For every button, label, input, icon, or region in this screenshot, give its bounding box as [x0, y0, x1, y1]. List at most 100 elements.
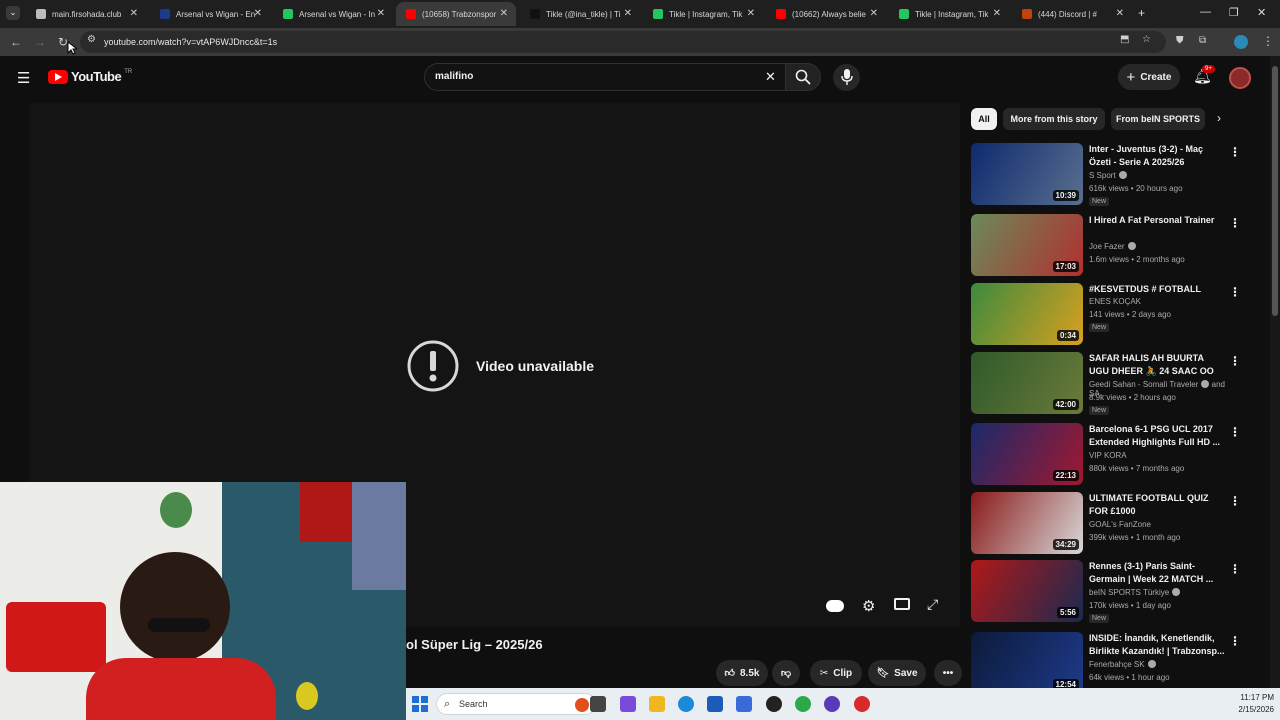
install-app-icon[interactable]: ⬒	[1120, 34, 1129, 45]
video-title[interactable]: Barcelona 6-1 PSG UCL 2017 Extended High…	[1089, 423, 1225, 449]
video-thumbnail[interactable]: 12:54	[971, 632, 1083, 694]
browser-tab[interactable]: Tikle | Instagram, Tik ✕	[889, 2, 1009, 26]
task-view-icon[interactable]	[590, 696, 606, 712]
more-vertical-icon[interactable]: ⋮	[1229, 285, 1241, 299]
recommendation-item[interactable]: 10:39 Inter - Juventus (3-2) - Maç Özeti …	[971, 143, 1241, 207]
windows-start-icon[interactable]	[412, 696, 428, 712]
profile-avatar[interactable]	[1234, 35, 1248, 49]
taskbar-date[interactable]: 2/15/2026	[1226, 705, 1274, 714]
taskbar-search[interactable]: ⌕ Search	[436, 693, 596, 715]
channel-name[interactable]: S Sport	[1089, 171, 1127, 180]
recommendation-item[interactable]: 17:03 I Hired A Fat Personal Trainer Joe F…	[971, 214, 1241, 278]
tab-close-icon[interactable]: ✕	[500, 8, 508, 19]
chip-from-bein[interactable]: From beIN SPORTS	[1111, 108, 1205, 130]
tab-close-icon[interactable]: ✕	[624, 8, 632, 19]
channel-name[interactable]: Fenerbahçe SK	[1089, 660, 1156, 669]
youtube-logo[interactable]: YouTube TR	[48, 69, 132, 84]
video-thumbnail[interactable]: 22:13	[971, 423, 1083, 485]
copilot-icon[interactable]	[620, 696, 636, 712]
more-vertical-icon[interactable]: ⋮	[1229, 494, 1241, 508]
clear-search-icon[interactable]: ✕	[765, 69, 776, 85]
chips-next-icon[interactable]: ›	[1217, 111, 1221, 125]
tab-close-icon[interactable]: ✕	[747, 8, 755, 19]
autoplay-toggle[interactable]	[826, 600, 844, 612]
more-vertical-icon[interactable]: ⋮	[1229, 425, 1241, 439]
tab-close-icon[interactable]: ✕	[870, 8, 878, 19]
create-button[interactable]: + Create	[1118, 64, 1180, 90]
extension-shield-icon[interactable]: ⛊	[1176, 35, 1184, 46]
video-title[interactable]: SAFAR HALIS AH BUURTA UGU DHEER 🚴 24 SAA…	[1089, 352, 1225, 378]
save-button[interactable]: 🔖︎ Save	[868, 660, 926, 686]
site-info-icon[interactable]: ⚙	[87, 34, 96, 45]
browser-tab[interactable]: Tikle | Instagram, Tik ✕	[643, 2, 763, 26]
notifications-button[interactable]: 🔔︎ 9+	[1193, 65, 1215, 87]
maximize-icon[interactable]: ❐	[1229, 6, 1239, 19]
more-vertical-icon[interactable]: ⋮	[1229, 634, 1241, 648]
video-thumbnail[interactable]: 5:56	[971, 560, 1083, 622]
video-title[interactable]: INSIDE: İnandık, Kenetlendik, Birlikte K…	[1089, 632, 1225, 658]
recommendation-item[interactable]: 5:56 Rennes (3-1) Paris Saint-Germain | W…	[971, 560, 1241, 624]
search-button[interactable]	[785, 63, 821, 91]
recommendation-item[interactable]: 42:00 SAFAR HALIS AH BUURTA UGU DHEER 🚴 2…	[971, 352, 1241, 416]
settings-gear-icon[interactable]: ⚙	[862, 597, 875, 615]
recommendation-item[interactable]: 0:34 #KESVETDUS # FOTBALL ENES KOÇAK 141 vi…	[971, 283, 1241, 347]
account-avatar[interactable]	[1229, 67, 1251, 89]
tab-close-icon[interactable]: ✕	[1116, 8, 1124, 19]
video-thumbnail[interactable]: 10:39	[971, 143, 1083, 205]
more-vertical-icon[interactable]: ⋮	[1229, 354, 1241, 368]
recommendation-item[interactable]: 12:54 INSIDE: İnandık, Kenetlendik, Birli…	[971, 632, 1241, 696]
channel-name[interactable]: Joe Fazer	[1089, 242, 1136, 251]
forward-icon[interactable]: →	[34, 35, 46, 49]
url-text[interactable]: youtube.com/watch?v=vtAP6WJDncc&t=1s	[104, 37, 277, 47]
more-vertical-icon[interactable]: ⋮	[1229, 562, 1241, 576]
voice-search-button[interactable]	[833, 64, 860, 91]
channel-name[interactable]: VIP KORA	[1089, 451, 1127, 460]
outlook-icon[interactable]	[736, 696, 752, 712]
tab-close-icon[interactable]: ✕	[254, 8, 262, 19]
search-input[interactable]: malifino	[435, 71, 473, 82]
taskbar-time[interactable]: 11:17 PM	[1230, 693, 1274, 702]
hamburger-menu-icon[interactable]: ☰	[17, 69, 30, 87]
video-thumbnail[interactable]: 0:34	[971, 283, 1083, 345]
scrollbar-thumb[interactable]	[1272, 66, 1278, 316]
video-thumbnail[interactable]: 17:03	[971, 214, 1083, 276]
back-icon[interactable]: ←	[10, 35, 22, 49]
app-purple-icon[interactable]	[824, 696, 840, 712]
address-bar[interactable]: ⚙ youtube.com/watch?v=vtAP6WJDncc&t=1s ⬒…	[80, 31, 1166, 53]
edge-icon[interactable]	[678, 696, 694, 712]
browser-tab[interactable]: main.firsohada.club ✕	[26, 2, 146, 26]
chrome-profile-icon[interactable]	[854, 696, 870, 712]
close-window-icon[interactable]: ✕	[1257, 6, 1266, 19]
video-thumbnail[interactable]: 42:00	[971, 352, 1083, 414]
search-box[interactable]: malifino ✕	[424, 63, 786, 91]
fullscreen-icon[interactable]: ⤢	[927, 596, 938, 613]
video-thumbnail[interactable]: 34:29	[971, 492, 1083, 554]
chip-all[interactable]: All	[971, 108, 997, 130]
browser-tab[interactable]: Arsenal vs Wigan - En ✕	[150, 2, 270, 26]
extensions-puzzle-icon[interactable]: ⧉	[1199, 35, 1206, 46]
store-icon[interactable]	[707, 696, 723, 712]
video-title[interactable]: I Hired A Fat Personal Trainer	[1089, 214, 1225, 227]
browser-tab[interactable]: Tikle (@ina_tikle) | Ti ✕	[520, 2, 640, 26]
tab-close-icon[interactable]: ✕	[993, 8, 1001, 19]
like-button[interactable]: 👍︎ 8.5k	[716, 660, 768, 686]
tab-close-icon[interactable]: ✕	[130, 8, 138, 19]
channel-name[interactable]: GOAL's FanZone	[1089, 520, 1151, 529]
chip-more-from-story[interactable]: More from this story	[1003, 108, 1105, 130]
theater-mode-icon[interactable]	[894, 598, 910, 610]
channel-name[interactable]: beIN SPORTS Türkiye	[1089, 588, 1181, 597]
file-explorer-icon[interactable]	[649, 696, 665, 712]
minimize-icon[interactable]: —	[1200, 6, 1211, 18]
page-scrollbar[interactable]	[1270, 56, 1280, 688]
chrome-icon[interactable]	[795, 696, 811, 712]
browser-tab[interactable]: (10662) Always belie ✕	[766, 2, 886, 26]
more-vertical-icon[interactable]: ⋮	[1229, 145, 1241, 159]
browser-tab[interactable]: (444) Discord | # ✕	[1012, 2, 1132, 26]
clip-button[interactable]: ✂ Clip	[810, 660, 862, 686]
browser-tab[interactable]: Arsenal vs Wigan - In ✕	[273, 2, 393, 26]
bookmark-star-icon[interactable]: ☆	[1142, 34, 1151, 45]
dislike-button[interactable]: 👎︎	[772, 660, 800, 686]
tab-close-icon[interactable]: ✕	[377, 8, 385, 19]
more-actions-button[interactable]: •••	[934, 660, 962, 686]
recommendation-item[interactable]: 34:29 ULTIMATE FOOTBALL QUIZ FOR £1000 GOA…	[971, 492, 1241, 556]
